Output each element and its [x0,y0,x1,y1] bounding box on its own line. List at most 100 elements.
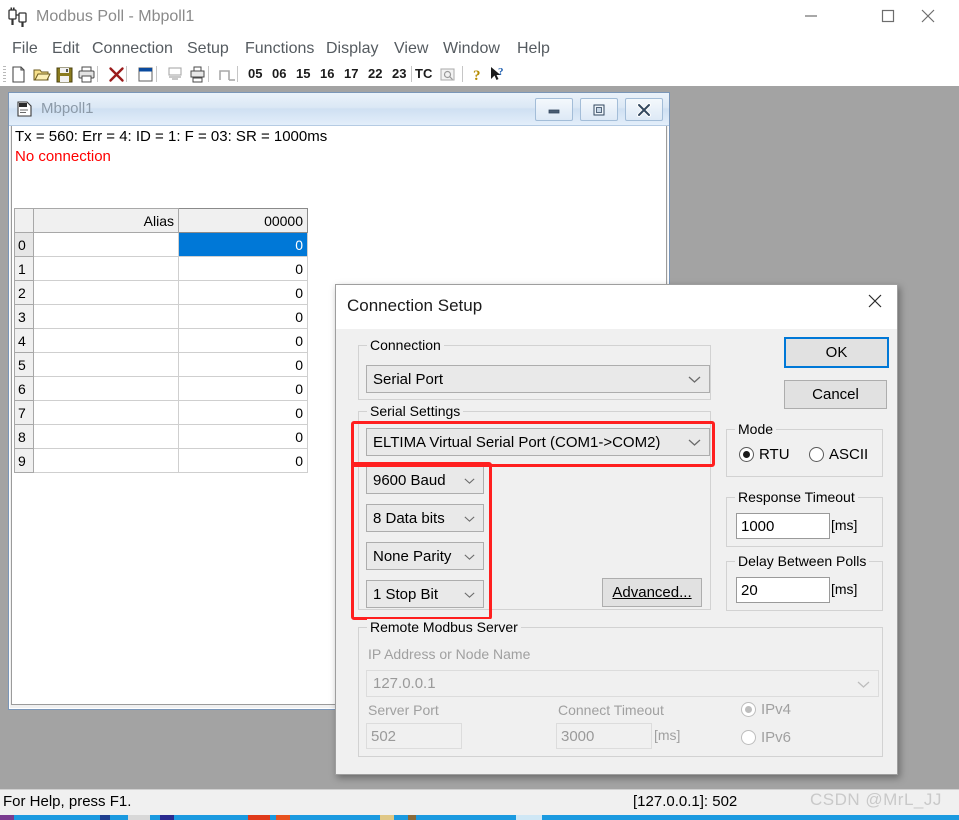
server-port-input[interactable]: 502 [366,723,462,749]
ip-address-combo[interactable]: 127.0.0.1 [366,670,879,697]
row-alias[interactable] [33,304,179,329]
row-alias[interactable] [33,376,179,401]
row-alias[interactable] [33,232,179,257]
menu-connection[interactable]: Connection [87,36,178,62]
taskbar-icon[interactable] [380,815,394,820]
open-icon[interactable] [32,65,51,84]
delete-icon[interactable] [107,65,126,84]
menu-display[interactable]: Display [321,36,383,62]
baud-rate-combo[interactable]: 9600 Baud [366,466,484,494]
taskbar-icon[interactable] [160,815,174,820]
table-row[interactable]: 1 0 [14,256,308,281]
toolbar-grip[interactable] [3,66,6,82]
serial-port-combo[interactable]: ELTIMA Virtual Serial Port (COM1->COM2) [366,428,710,456]
print-icon[interactable] [77,65,96,84]
menu-file[interactable]: File [7,36,43,62]
poll-definition-icon[interactable] [188,65,207,84]
ok-button[interactable]: OK [784,337,889,368]
tc-window-icon[interactable] [438,65,457,84]
help-question-icon[interactable]: ? [468,65,487,84]
connection-type-combo[interactable]: Serial Port [366,365,710,393]
ipv4-radio[interactable]: IPv4 [741,701,791,718]
window-minimize-button[interactable] [788,0,834,32]
function-code-17[interactable]: 17 [344,66,358,81]
grid-header-address[interactable]: 00000 [178,208,308,233]
menu-help[interactable]: Help [512,36,555,62]
row-value[interactable]: 0 [178,424,308,449]
row-value[interactable]: 0 [178,304,308,329]
function-code-23[interactable]: 23 [392,66,406,81]
ipv6-radio[interactable]: IPv6 [741,729,791,746]
row-value[interactable]: 0 [178,328,308,353]
table-row[interactable]: 5 0 [14,352,308,377]
menu-view[interactable]: View [389,36,433,62]
mdi-child-minimize-button[interactable] [535,98,573,121]
stop-bits-combo[interactable]: 1 Stop Bit [366,580,484,608]
parity-combo[interactable]: None Parity [366,542,484,570]
new-icon[interactable] [9,65,28,84]
row-value[interactable]: 0 [178,376,308,401]
dialog-close-button[interactable] [852,285,897,317]
row-value[interactable]: 0 [178,352,308,377]
response-timeout-input[interactable]: 1000 [736,513,830,539]
window-close-button[interactable] [905,0,951,32]
taskbar-icon[interactable] [276,815,290,820]
menu-setup[interactable]: Setup [182,36,234,62]
mode-rtu-radio[interactable]: RTU [739,446,790,463]
mode-ascii-radio[interactable]: ASCII [809,446,868,463]
row-alias[interactable] [33,400,179,425]
menu-window[interactable]: Window [438,36,505,62]
row-alias[interactable] [33,280,179,305]
row-value[interactable]: 0 [178,280,308,305]
grid-header-alias[interactable]: Alias [33,208,179,233]
function-code-06[interactable]: 06 [272,66,286,81]
function-code-16[interactable]: 16 [320,66,334,81]
row-alias[interactable] [33,352,179,377]
radio-dot-icon [741,702,756,717]
window-icon[interactable] [136,65,155,84]
function-code-15[interactable]: 15 [296,66,310,81]
mdi-child-close-button[interactable] [625,98,663,121]
taskbar-icon[interactable] [0,815,14,820]
taskbar-icon[interactable] [516,815,542,820]
taskbar-icon[interactable] [128,815,150,820]
row-alias[interactable] [33,424,179,449]
mdi-child-restore-button[interactable] [580,98,618,121]
table-row[interactable]: 2 0 [14,280,308,305]
row-value[interactable]: 0 [178,232,308,257]
table-row[interactable]: 7 0 [14,400,308,425]
menu-edit[interactable]: Edit [47,36,85,62]
table-row[interactable]: 3 0 [14,304,308,329]
context-help-arrow-icon[interactable]: ? [488,65,507,84]
function-code-22[interactable]: 22 [368,66,382,81]
row-alias[interactable] [33,328,179,353]
function-code-05[interactable]: 05 [248,66,262,81]
delay-between-polls-input[interactable]: 20 [736,577,830,603]
row-alias[interactable] [33,448,179,473]
read-write-definition-icon[interactable] [166,65,185,84]
mdi-child-title-bar[interactable]: Mbpoll1 [9,93,669,126]
row-value[interactable]: 0 [178,448,308,473]
table-row[interactable]: 6 0 [14,376,308,401]
row-index: 9 [14,448,34,473]
table-row[interactable]: 0 0 [14,232,308,257]
title-bar: Modbus Poll - Mbpoll1 [0,0,959,36]
save-icon[interactable] [55,65,74,84]
row-value[interactable]: 0 [178,256,308,281]
advanced-button[interactable]: Advanced... [602,578,702,607]
connect-timeout-input[interactable]: 3000 [556,723,652,749]
taskbar-icon[interactable] [100,815,110,820]
table-row[interactable]: 4 0 [14,328,308,353]
cancel-button[interactable]: Cancel [784,380,887,409]
table-row[interactable]: 9 0 [14,448,308,473]
row-value[interactable]: 0 [178,400,308,425]
taskbar-icon[interactable] [248,815,270,820]
tc-button[interactable]: TC [415,66,432,81]
row-alias[interactable] [33,256,179,281]
table-row[interactable]: 8 0 [14,424,308,449]
pulse-icon[interactable] [218,65,237,84]
taskbar-icon[interactable] [408,815,416,820]
data-bits-combo[interactable]: 8 Data bits [366,504,484,532]
connection-setup-dialog: Connection Setup Connection Serial Port [335,284,898,775]
menu-functions[interactable]: Functions [240,36,319,62]
